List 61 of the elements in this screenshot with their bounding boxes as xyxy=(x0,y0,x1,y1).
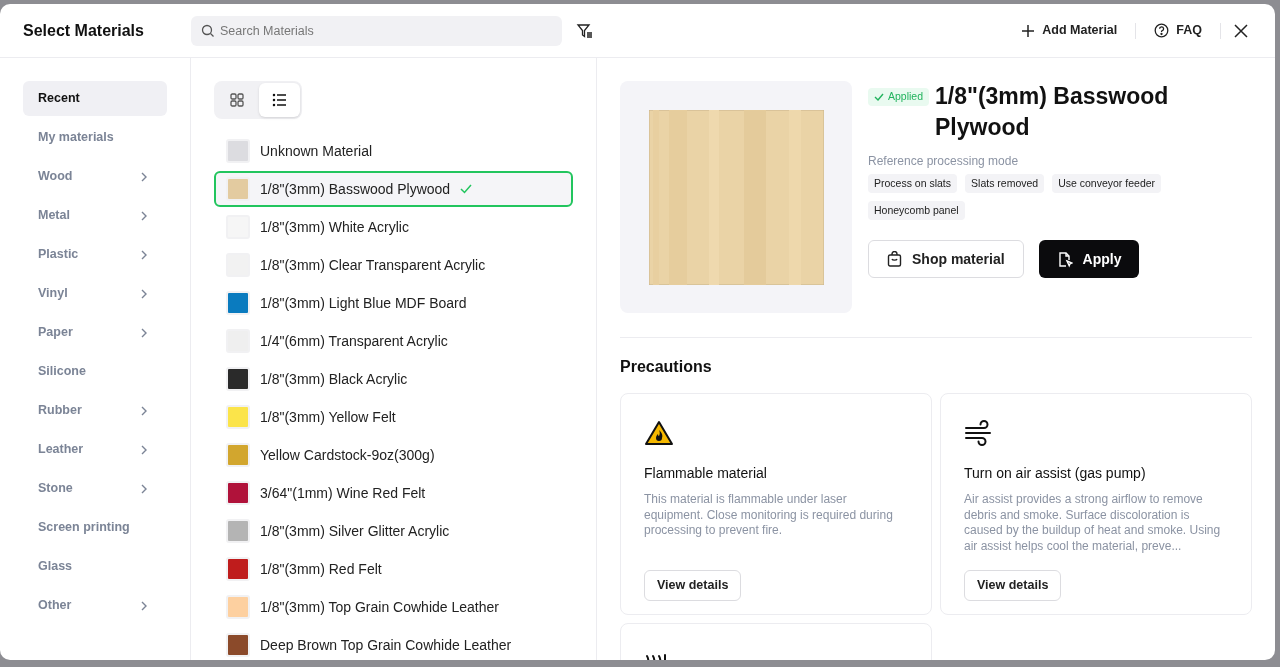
faq-button[interactable]: FAQ xyxy=(1136,21,1220,40)
plus-icon xyxy=(1021,23,1036,38)
wind-icon xyxy=(964,420,994,446)
document-apply-icon xyxy=(1056,250,1073,268)
filter-icon xyxy=(576,21,594,40)
material-item[interactable]: 1/8"(3mm) Light Blue MDF Board xyxy=(214,285,573,321)
mode-tag: Process on slats xyxy=(868,174,958,193)
mode-tag: Use conveyor feeder xyxy=(1052,174,1162,193)
card-description: Air assist provides a strong airflow to remove debris and smoke. Surface discoloration is caused by the buildup of heat and smoke. Using air assist helps cool the material, preve... xyxy=(964,492,1222,555)
sidebar-item[interactable]: Other xyxy=(23,588,167,623)
sidebar-item[interactable]: Screen printing xyxy=(23,510,167,545)
view-details-button[interactable]: View details xyxy=(644,570,742,601)
material-item[interactable]: 1/8"(3mm) White Acrylic xyxy=(214,209,573,245)
material-item[interactable]: 1/8"(3mm) Basswood Plywood xyxy=(214,171,573,207)
list-view-icon[interactable] xyxy=(259,83,300,117)
card-description: This material is flammable under laser equipment. Close monitoring is required during processing to prevent fire. xyxy=(644,492,894,539)
mode-label: Reference processing mode xyxy=(868,153,1020,170)
sidebar-item[interactable]: Glass xyxy=(23,549,167,584)
sidebar-item[interactable]: Stone xyxy=(23,471,167,506)
sidebar-item[interactable]: Silicone xyxy=(23,354,167,389)
material-item[interactable]: Unknown Material xyxy=(214,133,573,169)
apply-button[interactable]: Apply xyxy=(1038,240,1140,278)
mode-tag: Honeycomb panel xyxy=(868,201,965,220)
dialog-title: Select Materials xyxy=(22,20,145,41)
mode-tag: Slats removed xyxy=(965,174,1045,193)
material-item[interactable]: 1/8"(3mm) Red Felt xyxy=(214,551,573,587)
flame-warning-icon xyxy=(644,420,674,446)
sidebar-item[interactable]: Recent xyxy=(23,81,167,116)
add-material-button[interactable]: Add Material xyxy=(1003,21,1136,40)
sidebar-item[interactable]: Leather xyxy=(23,432,167,467)
sidebar-item[interactable]: Metal xyxy=(23,198,167,233)
material-item[interactable]: 1/8"(3mm) Black Acrylic xyxy=(214,361,573,397)
sidebar-item[interactable]: Plastic xyxy=(23,237,167,272)
sidebar-item[interactable]: My materials xyxy=(23,120,167,155)
material-item[interactable]: 1/8"(3mm) Yellow Felt xyxy=(214,399,573,435)
material-item[interactable]: 1/8"(3mm) Top Grain Cowhide Leather xyxy=(214,589,573,625)
material-item[interactable]: 1/8"(3mm) Clear Transparent Acrylic xyxy=(214,247,573,283)
check-icon xyxy=(460,184,473,194)
material-item[interactable]: 1/8"(3mm) Silver Glitter Acrylic xyxy=(214,513,573,549)
section-title: Precautions xyxy=(620,357,713,377)
card-title: Turn on air assist (gas pump) xyxy=(964,464,1147,483)
help-icon xyxy=(1154,23,1170,38)
check-icon xyxy=(874,93,884,101)
sidebar-item[interactable]: Rubber xyxy=(23,393,167,428)
filter-button[interactable] xyxy=(576,21,594,40)
card-title: Flammable material xyxy=(644,464,768,483)
close-icon xyxy=(1234,23,1248,38)
view-details-button[interactable]: View details xyxy=(964,570,1062,601)
material-item[interactable]: 1/4"(6mm) Transparent Acrylic xyxy=(214,323,573,359)
material-item[interactable]: Yellow Cardstock-9oz(300g) xyxy=(214,437,573,473)
sidebar-item[interactable]: Vinyl xyxy=(23,276,167,311)
shopping-bag-icon xyxy=(887,251,902,267)
material-title: 1/8"(3mm) Basswood Plywood xyxy=(935,82,1170,142)
search-icon xyxy=(201,23,215,38)
material-item[interactable]: Deep Brown Top Grain Cowhide Leather xyxy=(214,627,573,660)
shop-material-button[interactable]: Shop material xyxy=(868,240,1024,278)
applied-badge: Applied xyxy=(868,88,930,106)
material-item[interactable]: 3/64"(1mm) Wine Red Felt xyxy=(214,475,573,511)
sidebar-item[interactable]: Wood xyxy=(23,159,167,194)
search-field[interactable]: Search Materials xyxy=(191,15,562,46)
sidebar-item[interactable]: Paper xyxy=(23,315,167,350)
